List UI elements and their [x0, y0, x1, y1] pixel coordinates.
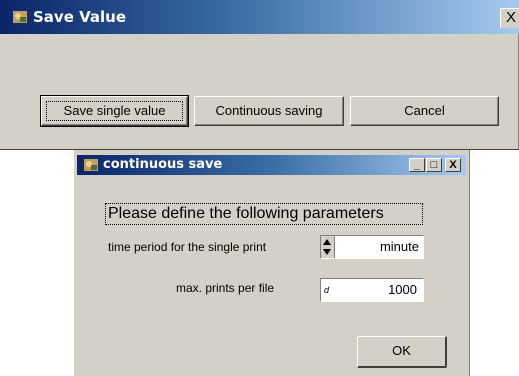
- cancel-button[interactable]: Cancel: [350, 96, 499, 126]
- close-icon[interactable]: X: [500, 8, 519, 28]
- close-icon[interactable]: X: [445, 158, 461, 172]
- main-titlebar[interactable]: Save Value X: [0, 0, 519, 34]
- number-format-icon: d: [324, 285, 330, 295]
- maximize-icon[interactable]: □: [426, 158, 442, 172]
- dialog-titlebar[interactable]: continuous save _ □ X: [77, 155, 466, 175]
- time-period-label: time period for the single print: [108, 240, 267, 254]
- save-single-value-label: Save single value: [46, 101, 183, 121]
- minimize-icon[interactable]: _: [409, 158, 425, 172]
- time-period-value: minute: [379, 239, 419, 254]
- max-prints-value: 1000: [388, 282, 417, 297]
- app-icon: [84, 159, 98, 171]
- app-icon: [13, 11, 27, 23]
- max-prints-label: max. prints per file: [176, 281, 275, 295]
- continuous-saving-button[interactable]: Continuous saving: [194, 96, 344, 126]
- ok-button[interactable]: OK: [357, 336, 447, 368]
- window-title: Save Value: [33, 8, 127, 26]
- parameters-heading: Please define the following parameters: [105, 203, 423, 225]
- spinner-arrows-icon[interactable]: [321, 236, 335, 258]
- dialog-title: continuous save: [103, 157, 223, 172]
- max-prints-field[interactable]: d 1000: [320, 278, 424, 302]
- save-value-window: Save Value X Save single value Continuou…: [0, 0, 519, 150]
- time-period-spinner[interactable]: minute: [320, 235, 424, 259]
- continuous-save-dialog: continuous save _ □ X Please define the …: [73, 150, 470, 376]
- save-single-value-button[interactable]: Save single value: [40, 95, 189, 127]
